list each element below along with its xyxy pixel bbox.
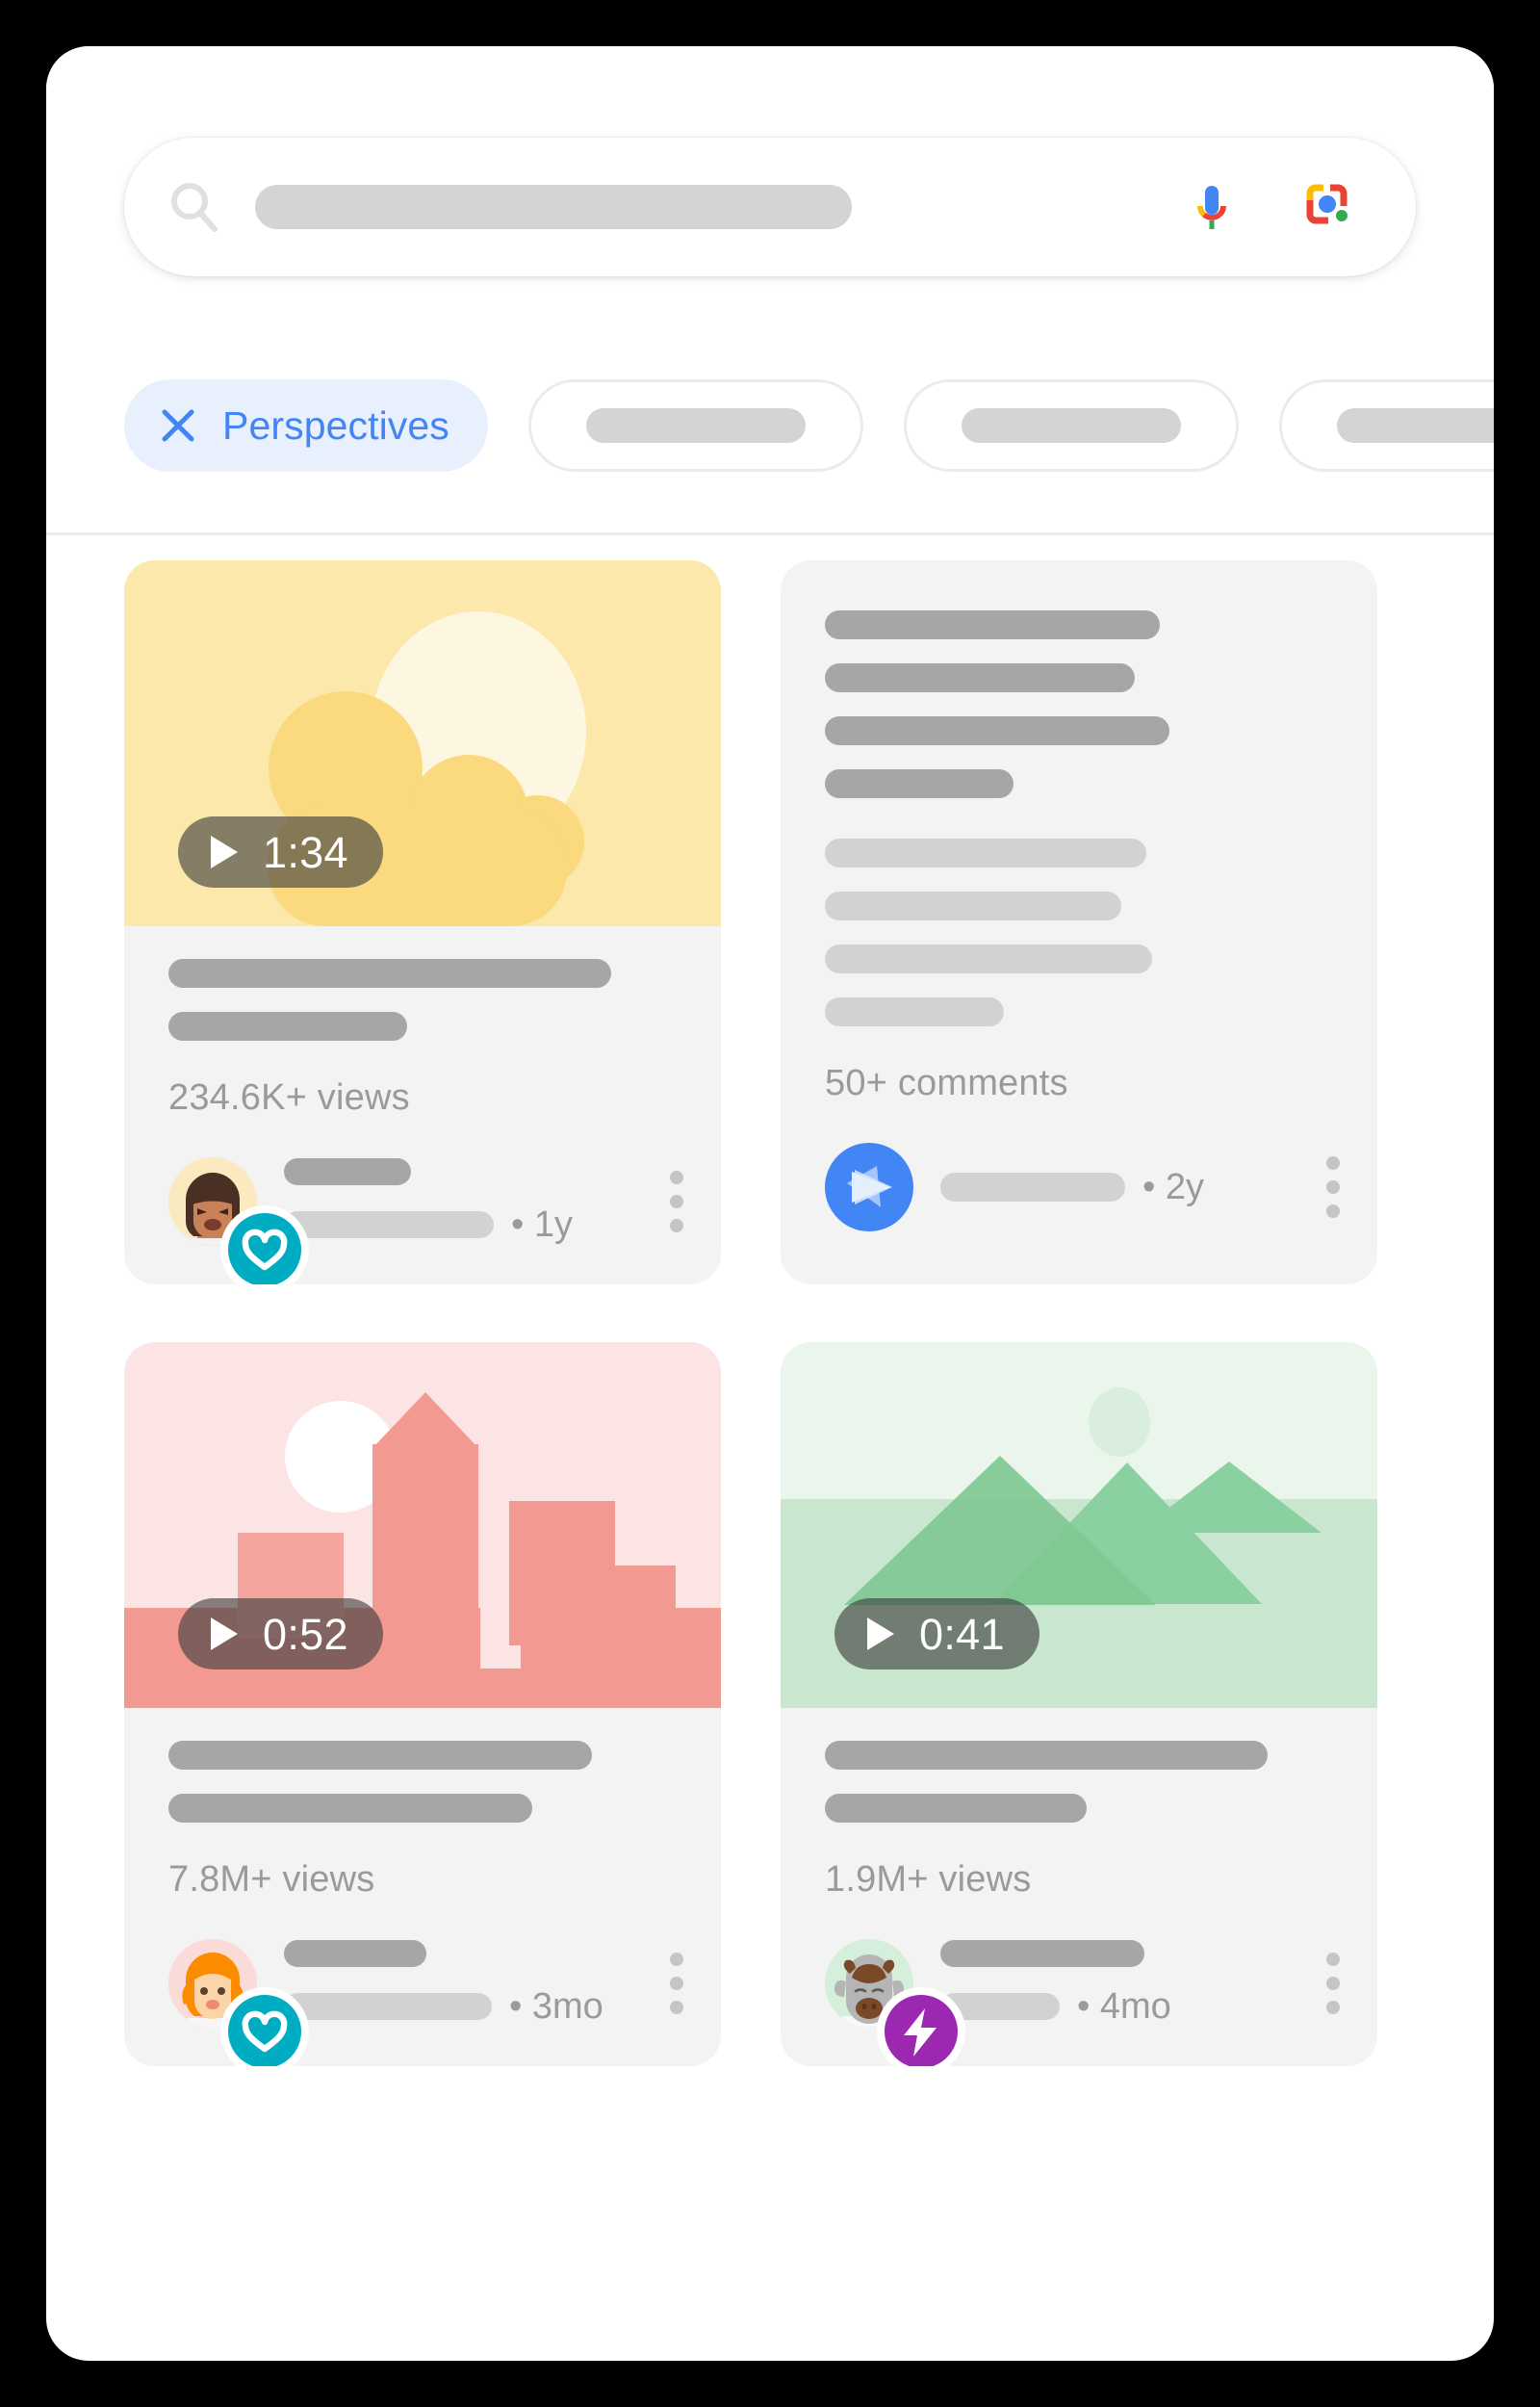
- age-text: • 3mo: [509, 1985, 603, 2027]
- author-meta-row: • 3mo: [284, 1986, 654, 2028]
- result-card-video-1[interactable]: 1:34 234.6K+ views • 1y: [124, 560, 721, 1284]
- title-placeholder: [168, 959, 677, 1041]
- close-x-icon[interactable]: [159, 406, 197, 445]
- snippet-block-2: [825, 839, 1333, 1026]
- author-meta-row: • 2y: [940, 1167, 1310, 1208]
- age-text: • 4mo: [1077, 1985, 1171, 2027]
- heart-verified-badge: [220, 1205, 309, 1284]
- snippet-line-7: [825, 945, 1152, 973]
- chip-placeholder-1[interactable]: [527, 379, 863, 472]
- header-divider: [46, 532, 1494, 535]
- chip-placeholder-bar: [961, 408, 1181, 443]
- kebab-menu-icon[interactable]: [654, 1953, 683, 2014]
- kebab-menu-icon[interactable]: [1310, 1156, 1340, 1218]
- play-triangle-icon: [211, 836, 238, 868]
- avatar[interactable]: [168, 1157, 309, 1284]
- avatar[interactable]: [168, 1939, 309, 2066]
- attribution-row: • 1y: [168, 1157, 683, 1284]
- lightning-bolt-badge: [877, 1987, 965, 2066]
- snippet-line-2: [825, 663, 1135, 692]
- attribution-lines: • 2y: [940, 1167, 1310, 1208]
- author-meta-row: • 1y: [284, 1204, 654, 1246]
- filter-chips-row: Perspectives: [46, 364, 1494, 487]
- result-card-video-3[interactable]: 0:52 7.8M+ views • 3mo: [124, 1342, 721, 2066]
- stats-text: 1.9M+ views: [825, 1859, 1032, 1900]
- attribution-row: • 2y: [825, 1143, 1340, 1231]
- card-body: 1.9M+ views • 4mo: [781, 1708, 1377, 2066]
- chip-perspectives[interactable]: Perspectives: [124, 379, 488, 472]
- search-icon: [167, 179, 222, 235]
- chip-placeholder-bar: [585, 408, 806, 443]
- snippet-line-6: [825, 892, 1121, 920]
- duration-text: 0:41: [919, 1609, 1005, 1659]
- phone-frame: Perspectives 1:34 234.6K+ views • 1y 50+…: [46, 46, 1494, 2361]
- duration-text: 0:52: [263, 1609, 348, 1659]
- snippet-line-3: [825, 716, 1169, 745]
- source-placeholder: [284, 1993, 492, 2020]
- avatar[interactable]: [825, 1939, 965, 2066]
- author-meta-row: • 4mo: [940, 1986, 1310, 2028]
- play-triangle-icon: [867, 1618, 894, 1650]
- kebab-menu-icon[interactable]: [1310, 1953, 1340, 2014]
- card-body: 234.6K+ views • 1y: [124, 926, 721, 1284]
- snippet-line-4: [825, 769, 1014, 798]
- attribution-lines: • 1y: [284, 1157, 654, 1246]
- age-text: • 2y: [1142, 1166, 1204, 1207]
- card-body: 50+ comments • 2y: [781, 560, 1377, 1270]
- author-placeholder: [940, 1939, 1144, 1967]
- duration-badge: 0:52: [178, 1598, 383, 1669]
- attribution-lines: • 3mo: [284, 1939, 654, 2028]
- title-line-2: [825, 1794, 1087, 1823]
- duration-badge: 0:41: [834, 1598, 1040, 1669]
- duration-badge: 1:34: [178, 816, 383, 888]
- play-arrow-circle-icon[interactable]: [825, 1143, 913, 1231]
- stats-text: 234.6K+ views: [168, 1077, 410, 1118]
- snippet-line-8: [825, 997, 1004, 1026]
- title-line-2: [168, 1794, 532, 1823]
- snippet-line-1: [825, 610, 1160, 639]
- heart-verified-badge: [220, 1987, 309, 2066]
- stats-text: 7.8M+ views: [168, 1859, 375, 1900]
- thumbnail-city-skyline[interactable]: 0:52: [124, 1342, 721, 1708]
- attribution-row: • 4mo: [825, 1939, 1340, 2066]
- search-input[interactable]: [255, 185, 852, 229]
- title-line-1: [168, 1741, 592, 1770]
- chip-placeholder-3[interactable]: [1278, 379, 1494, 472]
- play-triangle-icon: [211, 1618, 238, 1650]
- kebab-menu-icon[interactable]: [654, 1171, 683, 1232]
- age-text: • 1y: [511, 1204, 573, 1245]
- attribution-lines: • 4mo: [940, 1939, 1310, 2028]
- snippet-line-5: [825, 839, 1146, 867]
- search-actions: [1185, 180, 1356, 234]
- snippet-block-1: [825, 610, 1333, 798]
- chip-placeholder-bar: [1336, 408, 1494, 443]
- snippet-gap: [825, 798, 1333, 839]
- duration-text: 1:34: [263, 827, 348, 877]
- microphone-icon[interactable]: [1185, 180, 1239, 234]
- author-placeholder: [284, 1157, 411, 1185]
- title-line-1: [168, 959, 611, 988]
- chip-placeholder-2[interactable]: [903, 379, 1239, 472]
- search-bar[interactable]: [124, 138, 1416, 276]
- chip-perspectives-label: Perspectives: [222, 402, 449, 448]
- title-line-1: [825, 1741, 1268, 1770]
- stats-text: 50+ comments: [825, 1063, 1068, 1103]
- thumbnail-green-mountains[interactable]: 0:41: [781, 1342, 1377, 1708]
- title-line-2: [168, 1012, 407, 1041]
- search-region: Perspectives: [46, 46, 1494, 535]
- result-card-video-4[interactable]: 0:41 1.9M+ views • 4mo: [781, 1342, 1377, 2066]
- title-placeholder: [825, 1741, 1333, 1823]
- source-placeholder: [940, 1173, 1125, 1202]
- google-lens-icon[interactable]: [1302, 180, 1356, 234]
- source-placeholder: [284, 1211, 494, 1238]
- attribution-row: • 3mo: [168, 1939, 683, 2066]
- results-grid: 1:34 234.6K+ views • 1y 50+ comments • 2…: [124, 560, 1416, 2066]
- author-placeholder: [284, 1939, 426, 1967]
- title-placeholder: [168, 1741, 677, 1823]
- thumbnail-sun-and-cloud[interactable]: 1:34: [124, 560, 721, 926]
- result-card-text-2[interactable]: 50+ comments • 2y: [781, 560, 1377, 1284]
- card-body: 7.8M+ views • 3mo: [124, 1708, 721, 2066]
